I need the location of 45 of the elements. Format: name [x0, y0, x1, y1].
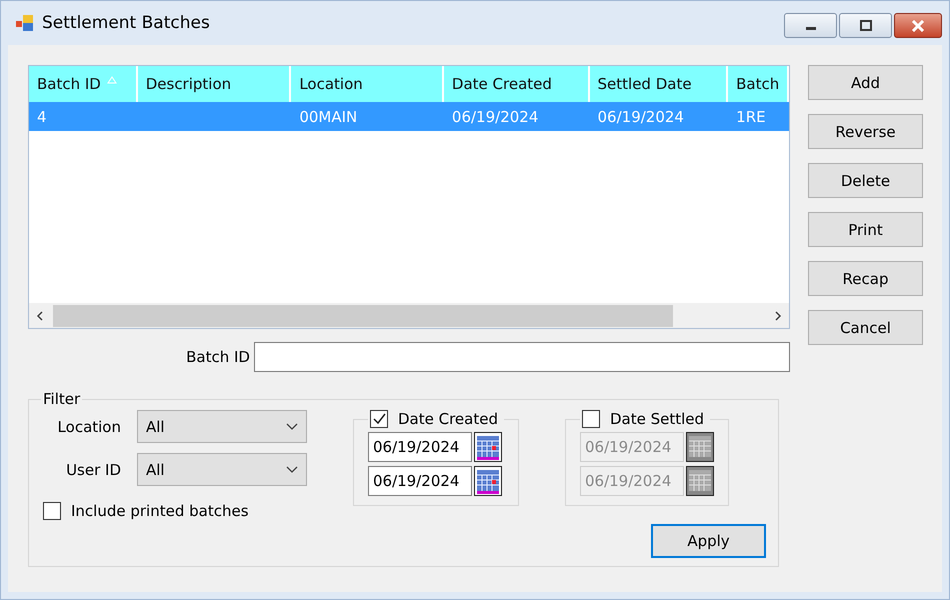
- calendar-icon[interactable]: [474, 432, 502, 462]
- date-filter-label: Date Created: [398, 410, 498, 428]
- maximize-icon: [858, 20, 872, 32]
- user-id-dropdown[interactable]: All: [137, 453, 307, 486]
- app-icon: [16, 15, 34, 31]
- action-button[interactable]: Print: [808, 212, 923, 247]
- date-field[interactable]: 06/19/2024: [368, 432, 472, 462]
- location-dropdown[interactable]: All: [137, 410, 307, 443]
- apply-button[interactable]: Apply: [651, 524, 766, 558]
- minimize-button[interactable]: [784, 13, 837, 38]
- close-button[interactable]: [894, 13, 942, 38]
- window-title: Settlement Batches: [42, 13, 211, 33]
- action-button[interactable]: Recap: [808, 261, 923, 296]
- include-printed-checkbox[interactable]: [43, 502, 61, 520]
- scroll-right-icon[interactable]: [773, 310, 783, 322]
- date-field[interactable]: 06/19/2024: [368, 466, 472, 496]
- action-button[interactable]: Add: [808, 65, 923, 100]
- batch-id-field[interactable]: [254, 342, 790, 372]
- table-cell: 00MAIN: [299, 108, 358, 126]
- calendar-icon[interactable]: [686, 466, 714, 496]
- action-button[interactable]: Delete: [808, 163, 923, 198]
- filter-title: Filter: [42, 390, 82, 408]
- action-button[interactable]: Cancel: [808, 310, 923, 345]
- calendar-icon[interactable]: [474, 466, 502, 496]
- scroll-left-icon[interactable]: [35, 310, 45, 322]
- date-filter-label: Date Settled: [610, 410, 704, 428]
- maximize-button[interactable]: [839, 13, 892, 38]
- chevron-down-icon: [286, 466, 298, 474]
- calendar-icon[interactable]: [686, 432, 714, 462]
- action-button[interactable]: Reverse: [808, 114, 923, 149]
- table-cell: 06/19/2024: [598, 108, 684, 126]
- close-icon: [911, 20, 925, 32]
- minimize-icon: [806, 27, 816, 30]
- user-id-label: User ID: [65, 460, 121, 478]
- table-cell: 1RE: [736, 108, 766, 126]
- location-label: Location: [56, 418, 121, 436]
- batch-id-label: Batch ID: [186, 348, 250, 366]
- sort-ascending-icon: [106, 76, 117, 84]
- table-cell: 06/19/2024: [452, 108, 538, 126]
- date-filter-checkbox[interactable]: [370, 410, 388, 428]
- table-cell: 4: [37, 108, 47, 126]
- horizontal-scrollbar[interactable]: [29, 303, 789, 328]
- chevron-down-icon: [286, 422, 298, 430]
- date-filter-checkbox[interactable]: [582, 410, 600, 428]
- include-printed-label: Include printed batches: [71, 502, 249, 520]
